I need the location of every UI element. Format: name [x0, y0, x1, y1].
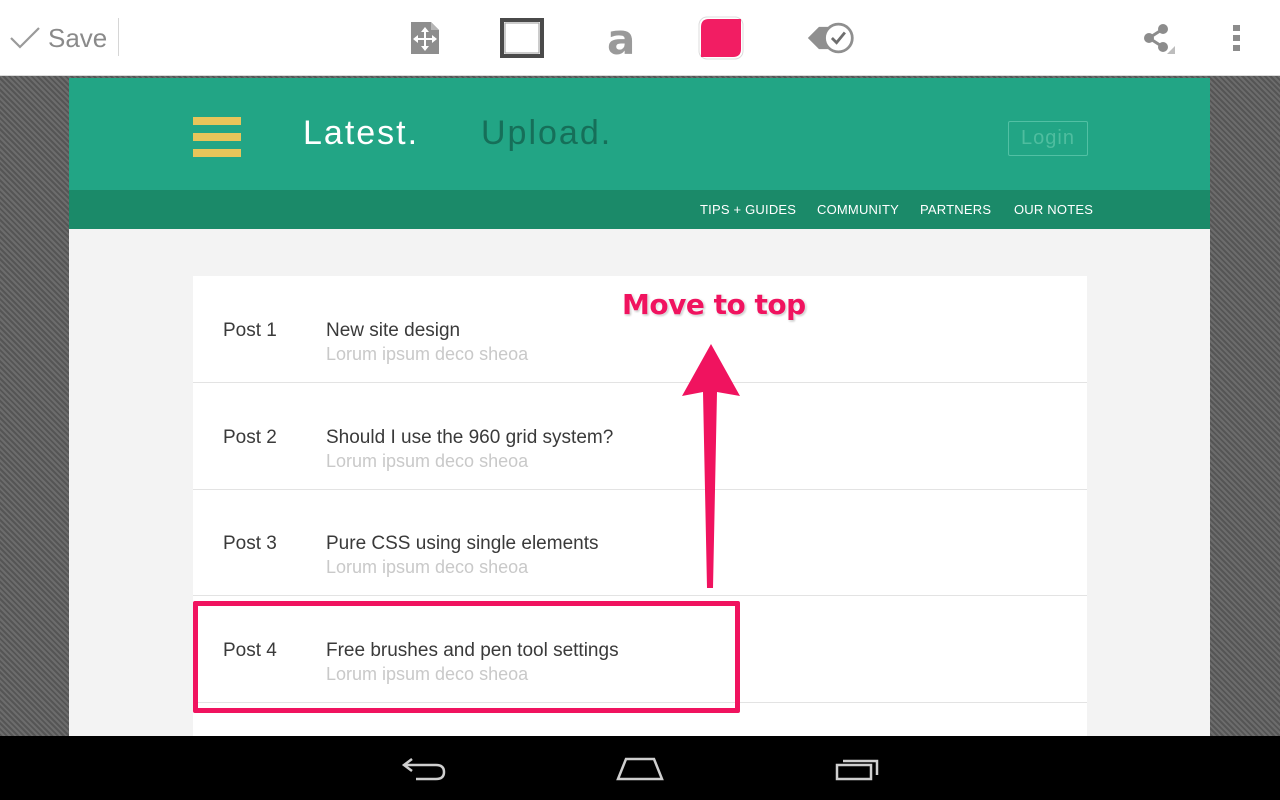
post-title: Pure CSS using single elements [326, 533, 599, 554]
crop-move-tool[interactable] [400, 14, 450, 62]
tag-tool[interactable] [806, 14, 856, 62]
recents-button[interactable] [827, 750, 887, 786]
post-title: Should I use the 960 grid system? [326, 427, 614, 448]
post-subtitle: Lorum ipsum deco sheoa [326, 451, 529, 471]
post-number: Post 2 [223, 427, 277, 448]
color-swatch-icon [698, 16, 744, 60]
save-label: Save [48, 22, 108, 53]
home-icon [616, 757, 664, 781]
tag-check-icon [807, 22, 854, 54]
site-header: Latest. Upload. Login [69, 78, 1210, 190]
crop-move-icon [411, 22, 439, 54]
post-subtitle: Lorum ipsum deco sheoa [326, 344, 529, 364]
post-row: Post 3 Pure CSS using single elements Lo… [193, 489, 1087, 596]
more-vert-icon [1233, 25, 1240, 51]
back-icon [401, 758, 446, 781]
nav-upload: Upload. [481, 114, 613, 152]
checkmark-icon [10, 27, 40, 49]
text-tool[interactable]: a [596, 14, 646, 62]
back-button[interactable] [394, 750, 454, 786]
recents-icon [835, 759, 879, 781]
post-subtitle: Lorum ipsum deco sheoa [326, 557, 529, 577]
subnav-item-tips: TIPS + GUIDES [700, 202, 797, 217]
rectangle-tool[interactable] [497, 14, 547, 62]
login-button: Login [1008, 121, 1088, 156]
post-number: Post 3 [223, 533, 277, 554]
post-title: New site design [326, 320, 461, 341]
home-button[interactable] [610, 750, 670, 786]
rectangle-icon [500, 18, 544, 58]
site-subnav: TIPS + GUIDES COMMUNITY PARTNERS OUR NOT… [69, 190, 1210, 229]
share-icon [1144, 24, 1175, 54]
overflow-menu-button[interactable] [1212, 14, 1262, 62]
color-picker-tool[interactable] [696, 14, 746, 62]
save-button[interactable]: Save [8, 16, 120, 60]
subnav-item-partners: PARTNERS [920, 202, 992, 217]
share-button[interactable] [1132, 14, 1182, 62]
svg-text:a: a [607, 16, 635, 60]
annotation-arrow[interactable] [676, 340, 746, 592]
editor-toolbar: Save a [0, 0, 1280, 76]
nav-latest: Latest. [303, 114, 420, 152]
system-navigation-bar [0, 736, 1280, 800]
post-number: Post 1 [223, 320, 277, 341]
subnav-item-community: COMMUNITY [817, 202, 899, 217]
text-icon: a [607, 16, 635, 60]
post-row: Post 2 Should I use the 960 grid system?… [193, 383, 1087, 490]
annotation-label[interactable]: Move to top [622, 288, 806, 321]
subnav-item-our-notes: OUR NOTES [1014, 202, 1094, 217]
annotation-rectangle[interactable] [193, 601, 740, 713]
toolbar-divider [118, 18, 119, 56]
hamburger-menu-icon [193, 117, 241, 157]
